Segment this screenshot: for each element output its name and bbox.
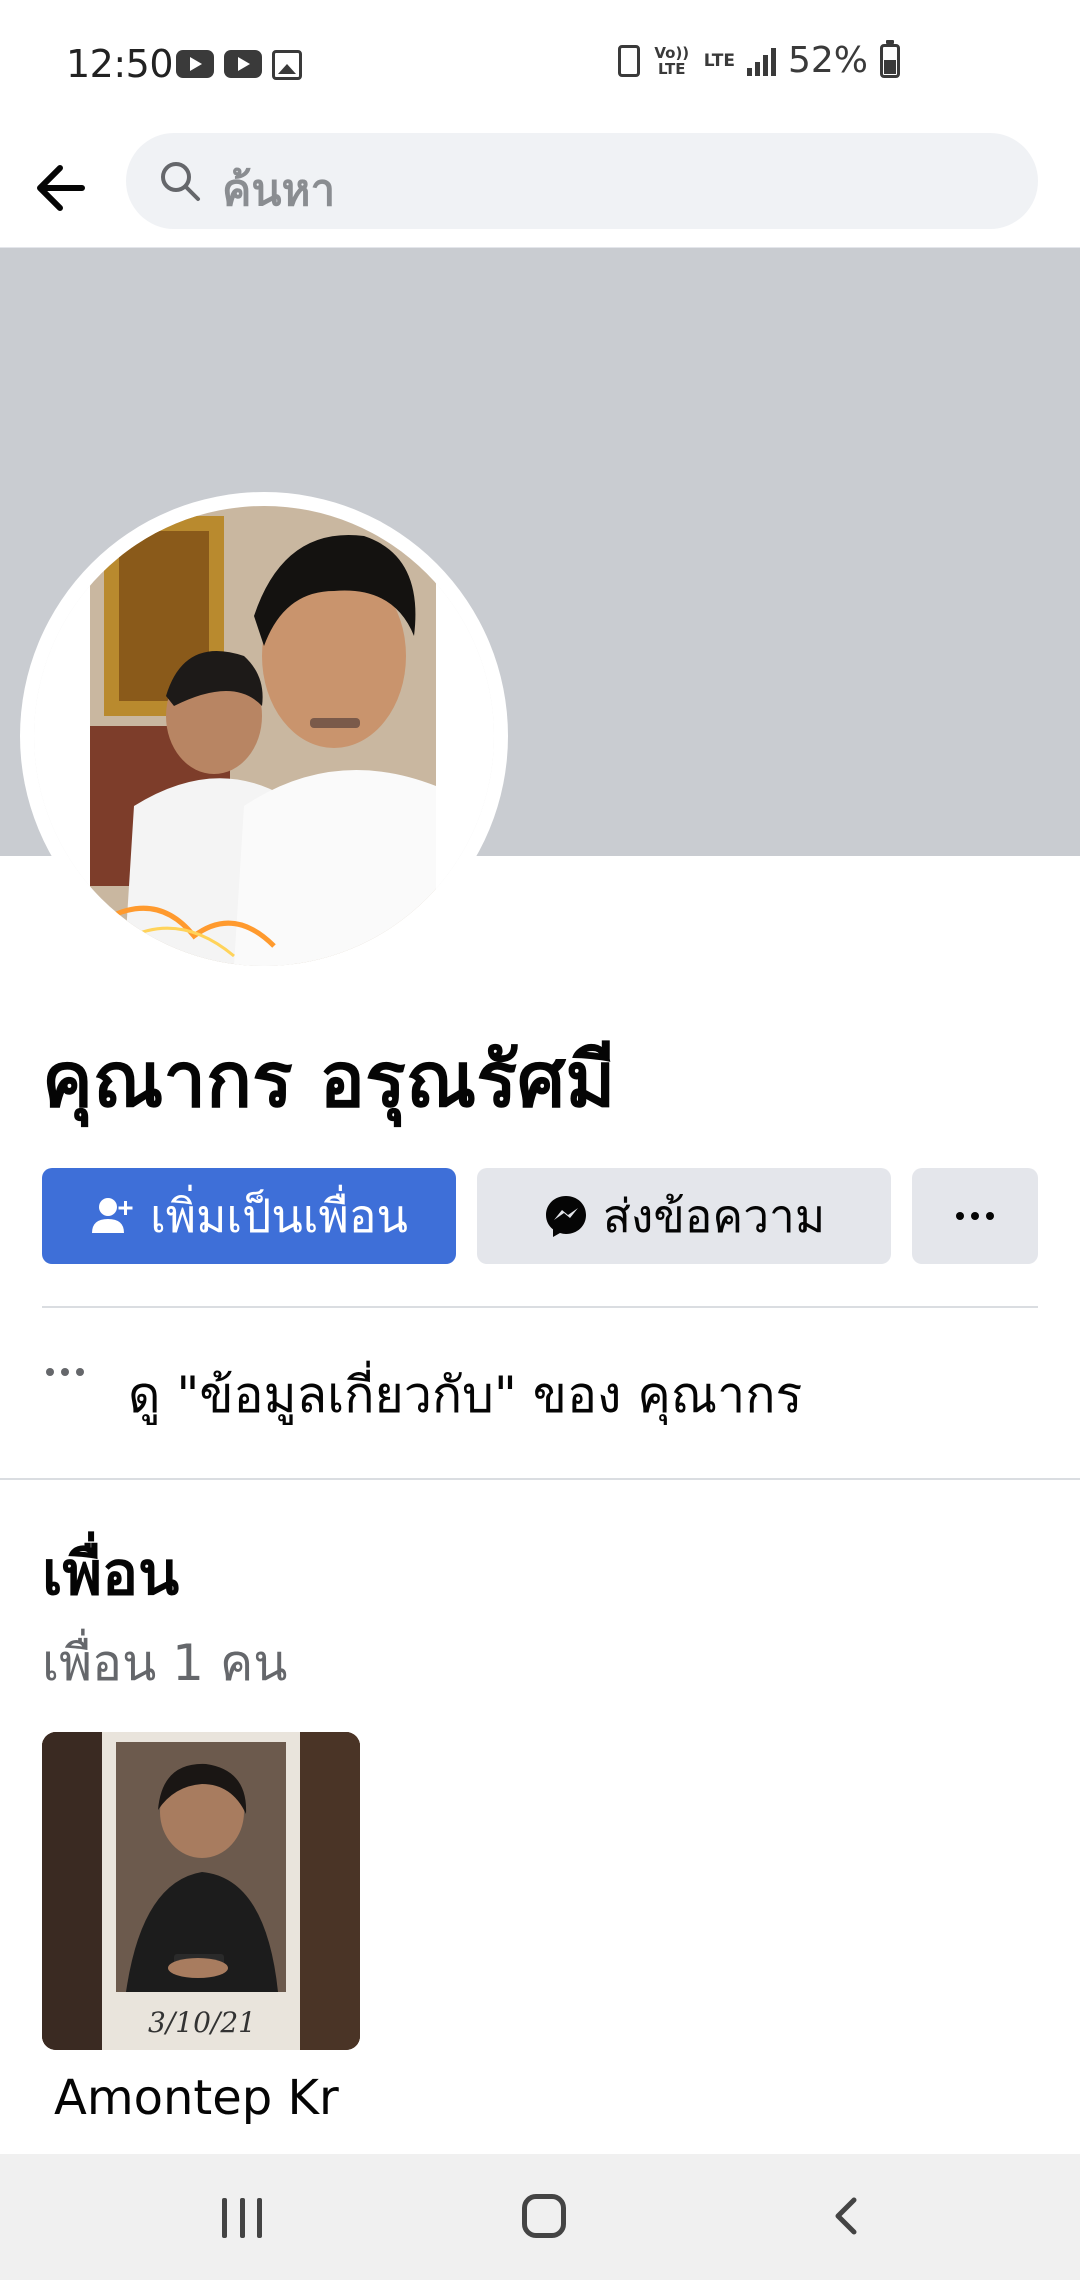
- profile-picture[interactable]: [34, 506, 494, 966]
- search-header: ค้นหา: [0, 130, 1080, 248]
- recent-apps-icon[interactable]: [222, 2198, 262, 2238]
- about-link-label: ดู "ข้อมูลเกี่ยวกับ" ของ คุณากร: [128, 1366, 803, 1424]
- photo-caption: 3/10/21: [148, 2006, 256, 2039]
- volte-icon: Vo)) LTE: [654, 43, 690, 78]
- more-options-button[interactable]: [912, 1168, 1038, 1264]
- home-icon[interactable]: [522, 2194, 566, 2238]
- add-friend-button[interactable]: เพิ่มเป็นเพื่อน: [42, 1168, 456, 1264]
- notification-icons: [176, 50, 302, 80]
- system-navigation-bar: [0, 2154, 1080, 2280]
- friend-photo[interactable]: 3/10/21: [42, 1732, 360, 2050]
- section-divider: [0, 1478, 1080, 1480]
- about-link[interactable]: ดู "ข้อมูลเกี่ยวกับ" ของ คุณากร: [42, 1340, 1038, 1440]
- search-placeholder: ค้นหา: [222, 165, 336, 216]
- more-dots-icon: [46, 1368, 84, 1376]
- profile-photo-image: [34, 506, 494, 966]
- friends-count[interactable]: เพื่อน 1 คน: [42, 1624, 287, 1703]
- back-arrow-icon[interactable]: [30, 156, 94, 220]
- search-input[interactable]: ค้นหา: [126, 133, 1038, 229]
- profile-name: คุณากร อรุณรัศมี: [42, 1035, 616, 1124]
- gallery-icon: [272, 50, 302, 80]
- system-icons: Vo)) LTE LTE 52%: [617, 39, 900, 81]
- friend-photo-image: 3/10/21: [42, 1732, 360, 2050]
- status-time: 12:50: [66, 42, 174, 86]
- message-button[interactable]: ส่งข้อความ: [477, 1168, 891, 1264]
- battery-percentage: 52%: [787, 40, 868, 81]
- add-friend-icon: [92, 1198, 133, 1233]
- divider: [42, 1306, 1038, 1308]
- friend-name[interactable]: Amontep Kr: [54, 2070, 339, 2126]
- friends-section-title: เพื่อน: [42, 1539, 180, 1609]
- messenger-icon: [545, 1196, 586, 1237]
- youtube-icon: [176, 50, 214, 78]
- message-label: ส่งข้อความ: [602, 1188, 826, 1243]
- add-friend-label: เพิ่มเป็นเพื่อน: [150, 1188, 408, 1243]
- search-icon: [161, 162, 200, 201]
- signal-icon: [746, 46, 776, 76]
- lte-icon: LTE: [703, 50, 735, 71]
- status-bar: 12:50 Vo)) LTE LTE 52%: [0, 0, 1080, 130]
- nav-back-icon[interactable]: [826, 2194, 870, 2238]
- battery-saver-icon: [617, 44, 640, 77]
- youtube-icon: [224, 50, 262, 78]
- battery-icon: [880, 39, 900, 78]
- more-dots-icon: [956, 1212, 994, 1220]
